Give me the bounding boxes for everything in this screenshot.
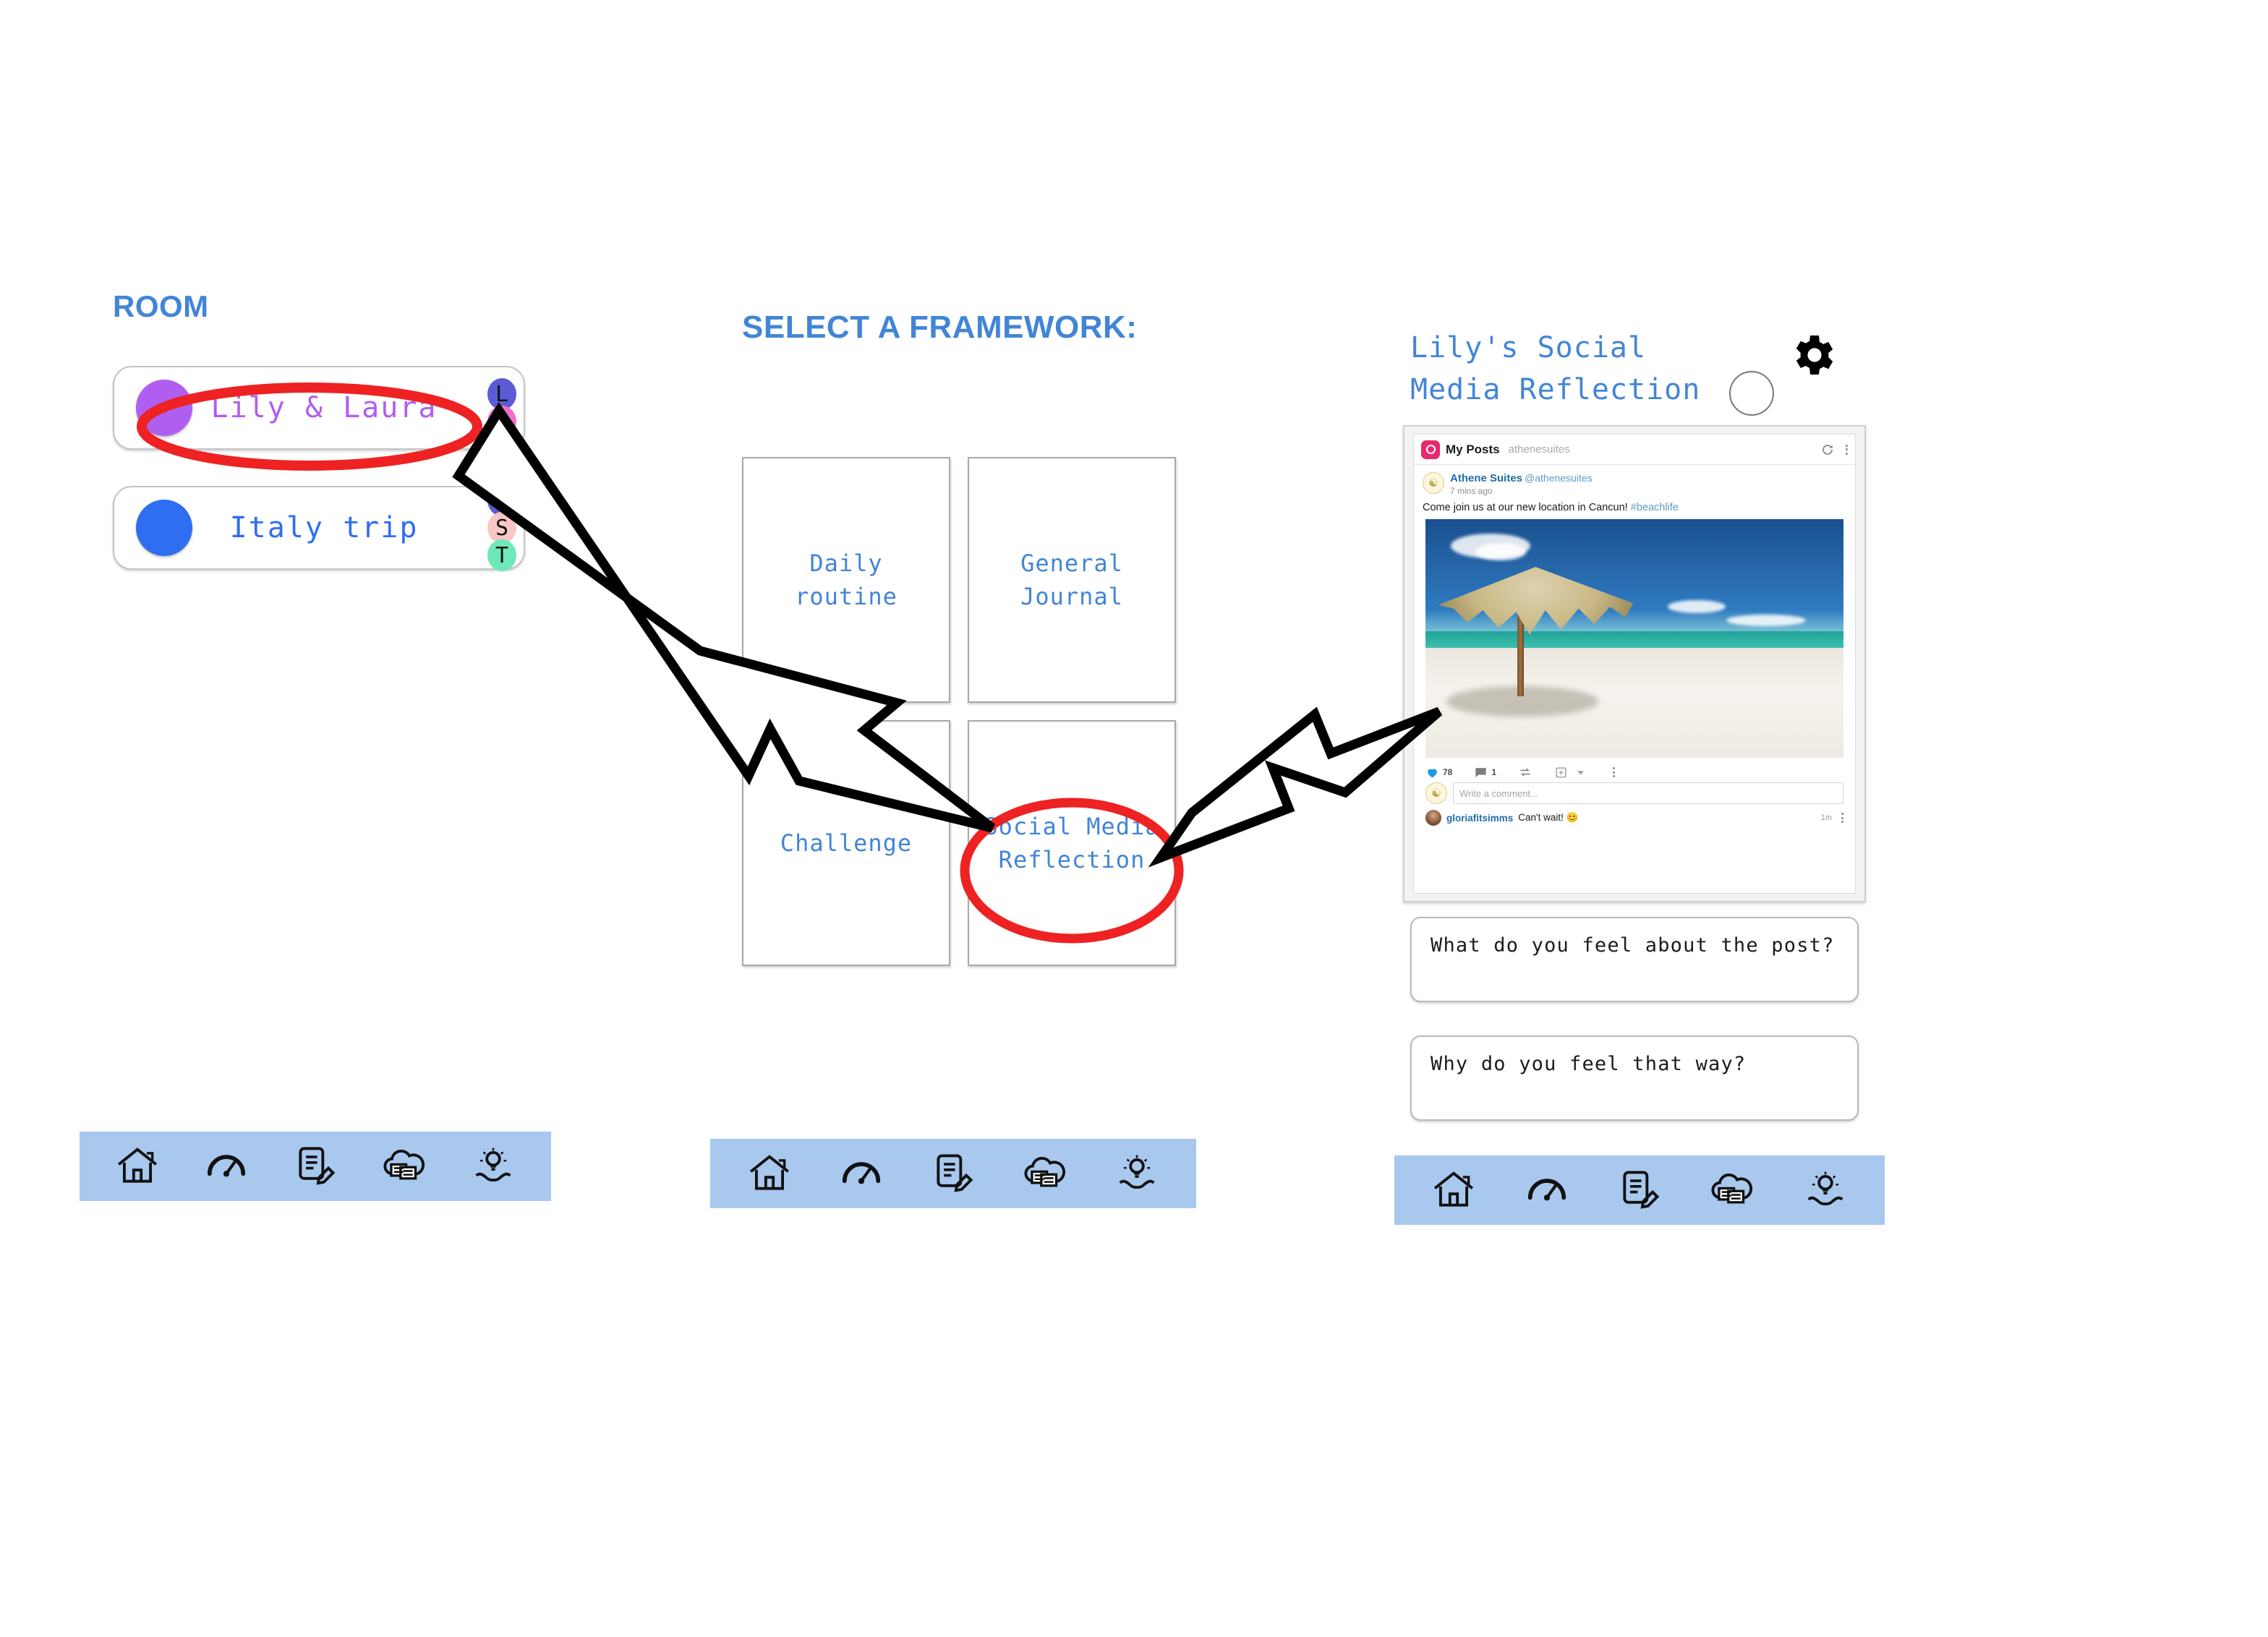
nav-chat-cloud-icon[interactable] bbox=[1023, 1151, 1067, 1196]
comment-input[interactable]: Write a comment... bbox=[1453, 782, 1843, 804]
refresh-icon[interactable] bbox=[1821, 443, 1834, 456]
post-hashtag: #beachlife bbox=[1630, 502, 1679, 513]
like-count: 78 bbox=[1443, 767, 1453, 777]
comment-input-row: ☯ Write a comment... bbox=[1414, 782, 1855, 804]
commenter-text: Can't wait! 😊 bbox=[1518, 812, 1579, 823]
post-author-row: ☯ Athene Suites @athenesuites 7 mins ago bbox=[1414, 465, 1855, 496]
framework-card-daily-routine[interactable]: Daily routine bbox=[742, 457, 950, 703]
bottom-navbar bbox=[1394, 1155, 1885, 1225]
reflection-question-2[interactable]: Why do you feel that way? bbox=[1410, 1035, 1859, 1121]
nav-idea-hands-icon[interactable] bbox=[1114, 1151, 1159, 1196]
nav-journal-pen-icon[interactable] bbox=[931, 1151, 976, 1196]
member-badge: T bbox=[487, 539, 516, 571]
gear-icon[interactable] bbox=[1786, 329, 1838, 381]
nav-gauge-icon[interactable] bbox=[1525, 1168, 1569, 1213]
author-avatar: ☯ bbox=[1423, 472, 1444, 494]
member-badge-stack: L S T bbox=[487, 484, 516, 571]
chevron-down-icon[interactable] bbox=[1576, 768, 1585, 777]
reflection-question-1[interactable]: What do you feel about the post? bbox=[1410, 917, 1859, 1002]
empty-circle-icon[interactable] bbox=[1729, 371, 1774, 416]
room-card-italy-trip[interactable]: Italy trip L S T bbox=[113, 484, 525, 571]
repost-button[interactable] bbox=[1518, 765, 1532, 779]
own-avatar: ☯ bbox=[1425, 782, 1447, 804]
nav-gauge-icon[interactable] bbox=[204, 1144, 249, 1189]
member-badge-stack: L L bbox=[487, 378, 516, 437]
nav-home-icon[interactable] bbox=[1431, 1168, 1476, 1213]
nav-journal-pen-icon[interactable] bbox=[1617, 1168, 1662, 1213]
room-name-label: Lily & Laura bbox=[210, 391, 438, 424]
room-name-label: Italy trip bbox=[229, 511, 419, 544]
save-icon bbox=[1556, 766, 1566, 778]
room-heading: ROOM bbox=[113, 289, 209, 323]
nav-journal-pen-icon[interactable] bbox=[293, 1144, 338, 1189]
framework-card-general-journal[interactable]: General Journal bbox=[968, 457, 1176, 703]
post-body-main: Come join us at our new location in Canc… bbox=[1423, 502, 1631, 513]
like-button[interactable]: 78 bbox=[1425, 766, 1452, 779]
post-action-row: 78 1 bbox=[1414, 758, 1855, 782]
repost-icon bbox=[1520, 768, 1530, 777]
screenshot-root: ROOM Lily & Laura L L Italy trip L S T S… bbox=[0, 0, 2268, 1637]
save-button[interactable] bbox=[1554, 766, 1585, 779]
comment-count: 1 bbox=[1491, 767, 1497, 777]
framework-card-challenge[interactable]: Challenge bbox=[742, 720, 950, 966]
post-author-name: Athene Suites bbox=[1450, 472, 1523, 484]
bottom-navbar bbox=[80, 1132, 551, 1201]
post-author-line: Athene Suites @athenesuites bbox=[1450, 472, 1593, 485]
member-badge: L bbox=[487, 406, 516, 437]
post-app-title: My Posts bbox=[1446, 442, 1500, 456]
social-post-card[interactable]: My Posts athenesuites ☯ Athene Suites @at… bbox=[1403, 425, 1866, 902]
comment-more-icon[interactable] bbox=[1841, 813, 1843, 823]
nav-idea-hands-icon[interactable] bbox=[1803, 1168, 1848, 1213]
comment-button[interactable]: 1 bbox=[1474, 766, 1496, 779]
commenter-avatar bbox=[1425, 810, 1441, 826]
nav-chat-cloud-icon[interactable] bbox=[1710, 1168, 1755, 1213]
post-topbar: My Posts athenesuites bbox=[1414, 435, 1855, 465]
bottom-navbar bbox=[710, 1139, 1196, 1208]
framework-heading: SELECT A FRAMEWORK: bbox=[742, 309, 1138, 345]
post-app-handle: athenesuites bbox=[1508, 443, 1570, 456]
nav-home-icon[interactable] bbox=[115, 1144, 160, 1189]
kebab-menu-icon[interactable] bbox=[1846, 444, 1848, 455]
post-body-text: Come join us at our new location in Canc… bbox=[1414, 496, 1855, 519]
post-timestamp: 7 mins ago bbox=[1450, 486, 1493, 496]
comment-bubble-icon bbox=[1475, 767, 1486, 777]
nav-home-icon[interactable] bbox=[747, 1151, 792, 1196]
flow-arrow-framework-to-reflection bbox=[1148, 706, 1443, 868]
existing-comment: gloriafitsimms Can't wait! 😊 1m bbox=[1414, 804, 1855, 826]
post-more-icon[interactable] bbox=[1613, 767, 1616, 777]
heart-icon bbox=[1428, 769, 1437, 778]
instagram-logo-icon bbox=[1421, 440, 1440, 459]
nav-chat-cloud-icon[interactable] bbox=[382, 1144, 427, 1189]
nav-idea-hands-icon[interactable] bbox=[471, 1144, 516, 1189]
post-author-handle: @athenesuites bbox=[1525, 472, 1593, 484]
comment-timestamp: 1m bbox=[1820, 813, 1832, 822]
framework-grid: Daily routine General Journal Challenge … bbox=[742, 457, 1176, 985]
reflection-title: Lily's Social Media Reflection bbox=[1410, 331, 1701, 406]
room-card-lily-laura[interactable]: Lily & Laura L L bbox=[113, 366, 525, 450]
framework-card-social-media-reflection[interactable]: Social Media Reflection bbox=[968, 720, 1176, 966]
beach-palapa-photo bbox=[1425, 519, 1843, 758]
commenter-name[interactable]: gloriafitsimms bbox=[1446, 813, 1513, 824]
nav-gauge-icon[interactable] bbox=[839, 1151, 884, 1196]
social-post-inner: My Posts athenesuites ☯ Athene Suites @at… bbox=[1413, 434, 1856, 894]
